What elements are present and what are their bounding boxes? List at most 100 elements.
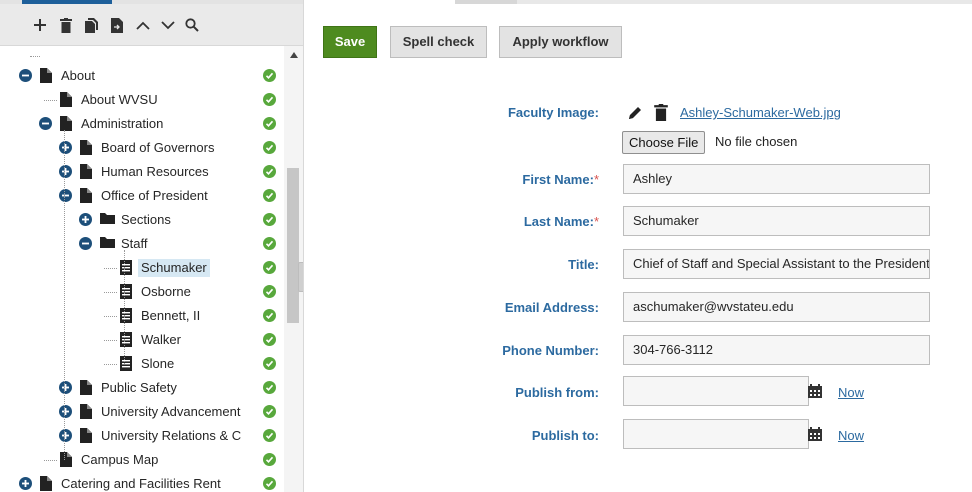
required-marker: * <box>593 172 599 187</box>
tree-item-label[interactable]: Board of Governors <box>98 139 217 157</box>
publish-to-field[interactable] <box>623 419 809 449</box>
publish-to-now-link[interactable]: Now <box>838 428 864 443</box>
tree-item-board-of-governors[interactable]: Board of Governors <box>0 136 284 160</box>
edit-pencil-icon[interactable] <box>627 105 643 121</box>
apply-workflow-button[interactable]: Apply workflow <box>499 26 622 58</box>
tree-item-label[interactable]: University Relations & C <box>98 427 244 445</box>
expand-icon[interactable] <box>59 165 72 178</box>
tree-connector-line <box>104 364 117 365</box>
collapse-icon[interactable] <box>79 237 92 250</box>
delete-icon[interactable] <box>56 14 76 36</box>
page-icon <box>80 404 94 420</box>
tree-item-label[interactable]: Slone <box>138 355 177 373</box>
expand-icon[interactable] <box>59 429 72 442</box>
tree-connector-line <box>104 292 117 293</box>
delete-image-icon[interactable] <box>654 104 668 121</box>
published-check-icon <box>263 117 276 130</box>
page-icon <box>80 140 94 156</box>
tree-item-label[interactable]: About WVSU <box>78 91 161 109</box>
tree-item-about-wvsu[interactable]: About WVSU <box>0 88 284 112</box>
move-up-icon[interactable] <box>133 14 153 36</box>
published-check-icon <box>263 357 276 370</box>
phone-label: Phone Number: <box>502 343 599 358</box>
tree-item-campus-map[interactable]: Campus Map <box>0 448 284 472</box>
required-marker: * <box>593 214 599 229</box>
copy-icon[interactable] <box>81 14 101 36</box>
tree-item-label[interactable]: Administration <box>78 115 166 133</box>
page-icon <box>80 380 94 396</box>
tree-item-label[interactable]: Campus Map <box>78 451 161 469</box>
tree-item-label[interactable]: Osborne <box>138 283 194 301</box>
header-tab-strip <box>455 0 520 4</box>
tree-item-staff[interactable]: Staff <box>0 232 284 256</box>
published-check-icon <box>263 189 276 202</box>
tree-connector-line <box>64 130 65 460</box>
tree-item-label[interactable]: About <box>58 67 98 85</box>
published-check-icon <box>263 429 276 442</box>
tree-item-label[interactable]: Walker <box>138 331 184 349</box>
publish-from-now-link[interactable]: Now <box>838 385 864 400</box>
tree-connector-line <box>30 56 40 57</box>
tree-item-slone[interactable]: Slone <box>0 352 284 376</box>
tree-item-label[interactable]: Public Safety <box>98 379 180 397</box>
tree-item-about[interactable]: About <box>0 64 284 88</box>
collapse-icon[interactable] <box>19 69 32 82</box>
title-field[interactable]: Chief of Staff and Special Assistant to … <box>623 249 930 279</box>
tree-item-public-safety[interactable]: Public Safety <box>0 376 284 400</box>
choose-file-button[interactable]: Choose File <box>622 131 706 154</box>
last-name-field[interactable]: Schumaker <box>623 206 930 236</box>
content-tree-panel: About About WVSU Administration Board of Go… <box>0 0 304 492</box>
expand-icon[interactable] <box>59 141 72 154</box>
page-icon <box>60 116 74 132</box>
page-icon <box>60 452 74 468</box>
publish-to-calendar-icon[interactable] <box>808 427 822 441</box>
expand-icon[interactable] <box>59 381 72 394</box>
image-file-link[interactable]: Ashley-Schumaker-Web.jpg <box>680 105 841 120</box>
tree-item-schumaker[interactable]: Schumaker <box>0 256 284 280</box>
tree-item-office-of-president[interactable]: Office of President <box>0 184 284 208</box>
tree-item-walker[interactable]: Walker <box>0 328 284 352</box>
move-icon[interactable] <box>107 14 127 36</box>
tree-item-label[interactable]: Bennett, II <box>138 307 203 325</box>
expand-icon[interactable] <box>59 405 72 418</box>
save-button[interactable]: Save <box>323 26 377 58</box>
tree-item-administration[interactable]: Administration <box>0 112 284 136</box>
email-label: Email Address: <box>504 300 599 315</box>
tree-connector-line <box>44 460 57 461</box>
tree-item-osborne[interactable]: Osborne <box>0 280 284 304</box>
collapse-icon[interactable] <box>39 117 52 130</box>
published-check-icon <box>263 237 276 250</box>
tree-item-bennett-ii[interactable]: Bennett, II <box>0 304 284 328</box>
phone-field[interactable]: 304-766-3112 <box>623 335 930 365</box>
tree-item-catering-and-facilities-rent[interactable]: Catering and Facilities Rent <box>0 472 284 492</box>
first-name-field[interactable]: Ashley <box>623 164 930 194</box>
collapse-icon[interactable] <box>59 189 72 202</box>
tree-item-label[interactable]: Catering and Facilities Rent <box>58 475 224 492</box>
tree-item-label[interactable]: Human Resources <box>98 163 212 181</box>
tree-item-label[interactable]: Sections <box>118 211 174 229</box>
expand-icon[interactable] <box>79 213 92 226</box>
tree-item-sections[interactable]: Sections <box>0 208 284 232</box>
tree-connector-line <box>124 250 125 364</box>
add-icon[interactable] <box>30 14 50 36</box>
spell-check-button[interactable]: Spell check <box>390 26 487 58</box>
scrollbar-thumb[interactable] <box>287 168 299 323</box>
scroll-up-icon[interactable] <box>284 52 303 64</box>
tree-item-label[interactable]: Schumaker <box>138 259 210 277</box>
tree-item-label[interactable]: University Advancement <box>98 403 243 421</box>
content-tree: About About WVSU Administration Board of Go… <box>0 46 284 492</box>
published-check-icon <box>263 453 276 466</box>
tree-item-human-resources[interactable]: Human Resources <box>0 160 284 184</box>
tree-item-label[interactable]: Office of President <box>98 187 211 205</box>
tree-item-label[interactable]: Staff <box>118 235 151 253</box>
tree-item-university-advancement[interactable]: University Advancement <box>0 400 284 424</box>
expand-icon[interactable] <box>19 477 32 490</box>
edit-form-pane: Save Spell check Apply workflow Faculty … <box>305 0 972 492</box>
tree-item-university-relations-c[interactable]: University Relations & C <box>0 424 284 448</box>
search-icon[interactable] <box>182 14 202 36</box>
publish-from-calendar-icon[interactable] <box>808 384 822 398</box>
panel-splitter-handle[interactable] <box>298 262 303 292</box>
publish-from-field[interactable] <box>623 376 809 406</box>
move-down-icon[interactable] <box>158 14 178 36</box>
email-field[interactable]: aschumaker@wvstateu.edu <box>623 292 930 322</box>
